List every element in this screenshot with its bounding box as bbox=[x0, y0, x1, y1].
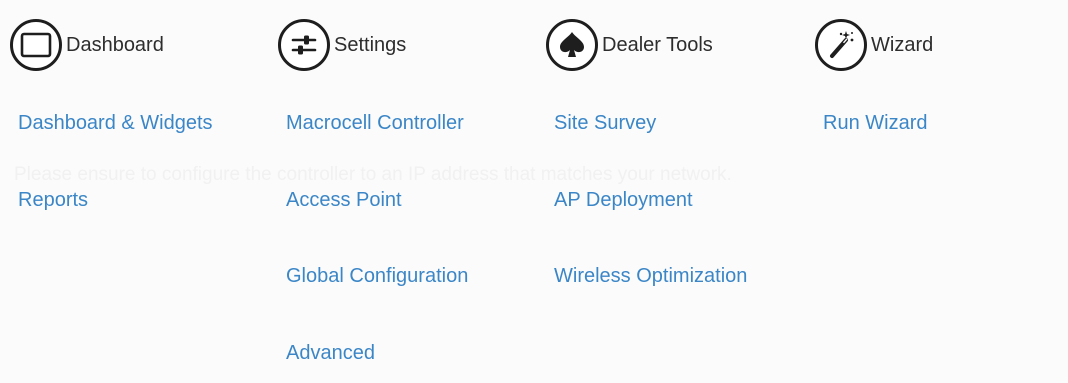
dashboard-square-icon bbox=[10, 19, 62, 71]
dashboard-column: Dashboard Dashboard & Widgets Reports bbox=[10, 0, 265, 383]
main-menu: Dashboard Dashboard & Widgets Reports Se… bbox=[0, 0, 1068, 383]
dealer-tools-column: Dealer Tools Site Survey AP Deployment W… bbox=[546, 0, 811, 383]
wireless-optimization-link[interactable]: Wireless Optimization bbox=[554, 265, 747, 288]
dashboard-label: Dashboard bbox=[66, 33, 164, 56]
magic-wand-icon bbox=[815, 19, 867, 71]
reports-link[interactable]: Reports bbox=[18, 189, 88, 212]
advanced-link[interactable]: Advanced bbox=[286, 342, 375, 365]
settings-header[interactable]: Settings bbox=[278, 17, 406, 73]
run-wizard-link[interactable]: Run Wizard bbox=[823, 112, 927, 135]
site-survey-link[interactable]: Site Survey bbox=[554, 112, 656, 135]
wizard-column: Wizard Run Wizard bbox=[815, 0, 1055, 383]
spade-icon bbox=[546, 19, 598, 71]
dashboard-widgets-link[interactable]: Dashboard & Widgets bbox=[18, 112, 213, 135]
dealer-tools-label: Dealer Tools bbox=[602, 33, 713, 56]
ap-deployment-link[interactable]: AP Deployment bbox=[554, 189, 693, 212]
wizard-label: Wizard bbox=[871, 33, 934, 56]
global-configuration-link[interactable]: Global Configuration bbox=[286, 265, 468, 288]
macrocell-controller-link[interactable]: Macrocell Controller bbox=[286, 112, 464, 135]
settings-column: Settings Macrocell Controller Access Poi… bbox=[278, 0, 543, 383]
dealer-tools-header[interactable]: Dealer Tools bbox=[546, 17, 713, 73]
dashboard-header[interactable]: Dashboard bbox=[10, 17, 164, 73]
access-point-link[interactable]: Access Point bbox=[286, 189, 402, 212]
sliders-icon bbox=[278, 19, 330, 71]
settings-label: Settings bbox=[334, 33, 407, 56]
wizard-header[interactable]: Wizard bbox=[815, 17, 933, 73]
